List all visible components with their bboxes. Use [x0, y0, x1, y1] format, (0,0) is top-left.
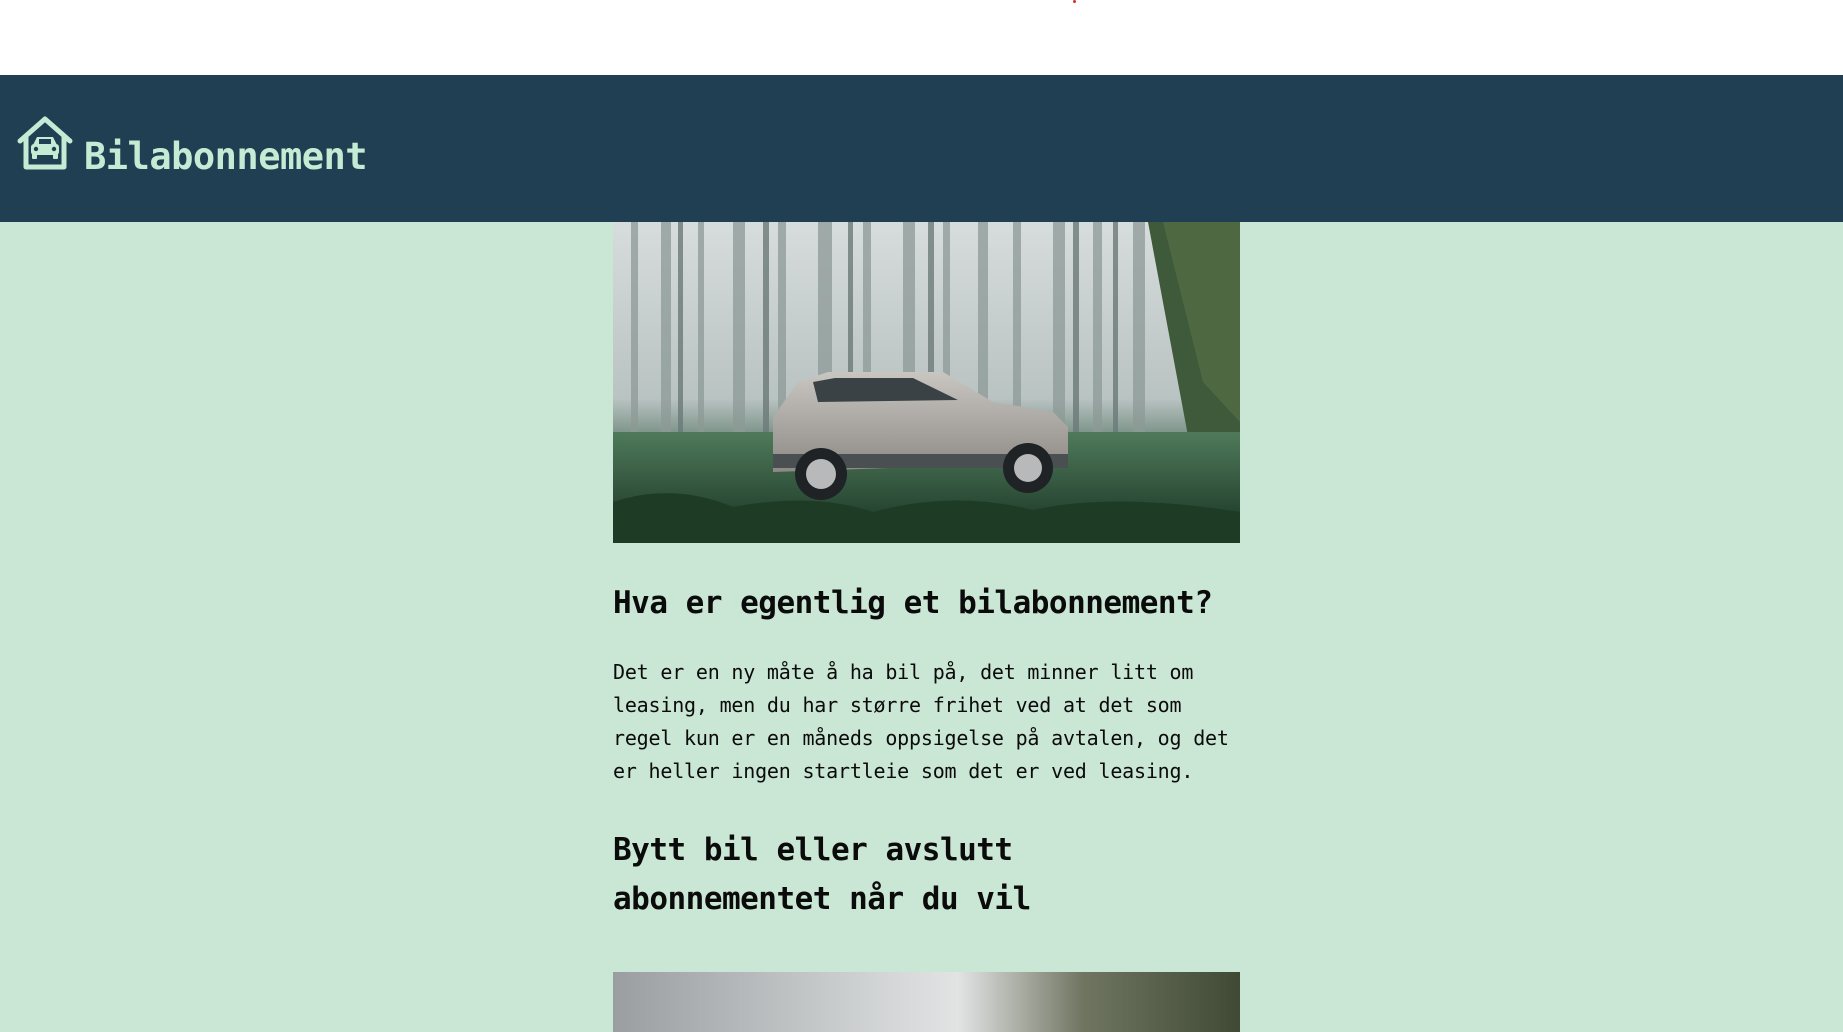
main-content: Hva er egentlig et bilabonnement? Det er…: [613, 222, 1240, 1032]
site-title-link[interactable]: Bilabonnement: [84, 135, 368, 178]
site-header: Bilabonnement: [0, 75, 1843, 222]
section-heading-1: Hva er egentlig et bilabonnement?: [613, 585, 1213, 621]
browser-top-area: [0, 0, 1843, 75]
section-body-1: Det er en ny måte å ha bil på, det minne…: [613, 660, 1229, 783]
red-dot-marker: [1073, 0, 1076, 3]
car-garage-icon[interactable]: [16, 115, 74, 171]
section-heading-2: Bytt bil eller avslutt abonnementet når …: [613, 832, 1031, 917]
hero-image: [613, 222, 1240, 543]
second-image: [613, 972, 1240, 1032]
